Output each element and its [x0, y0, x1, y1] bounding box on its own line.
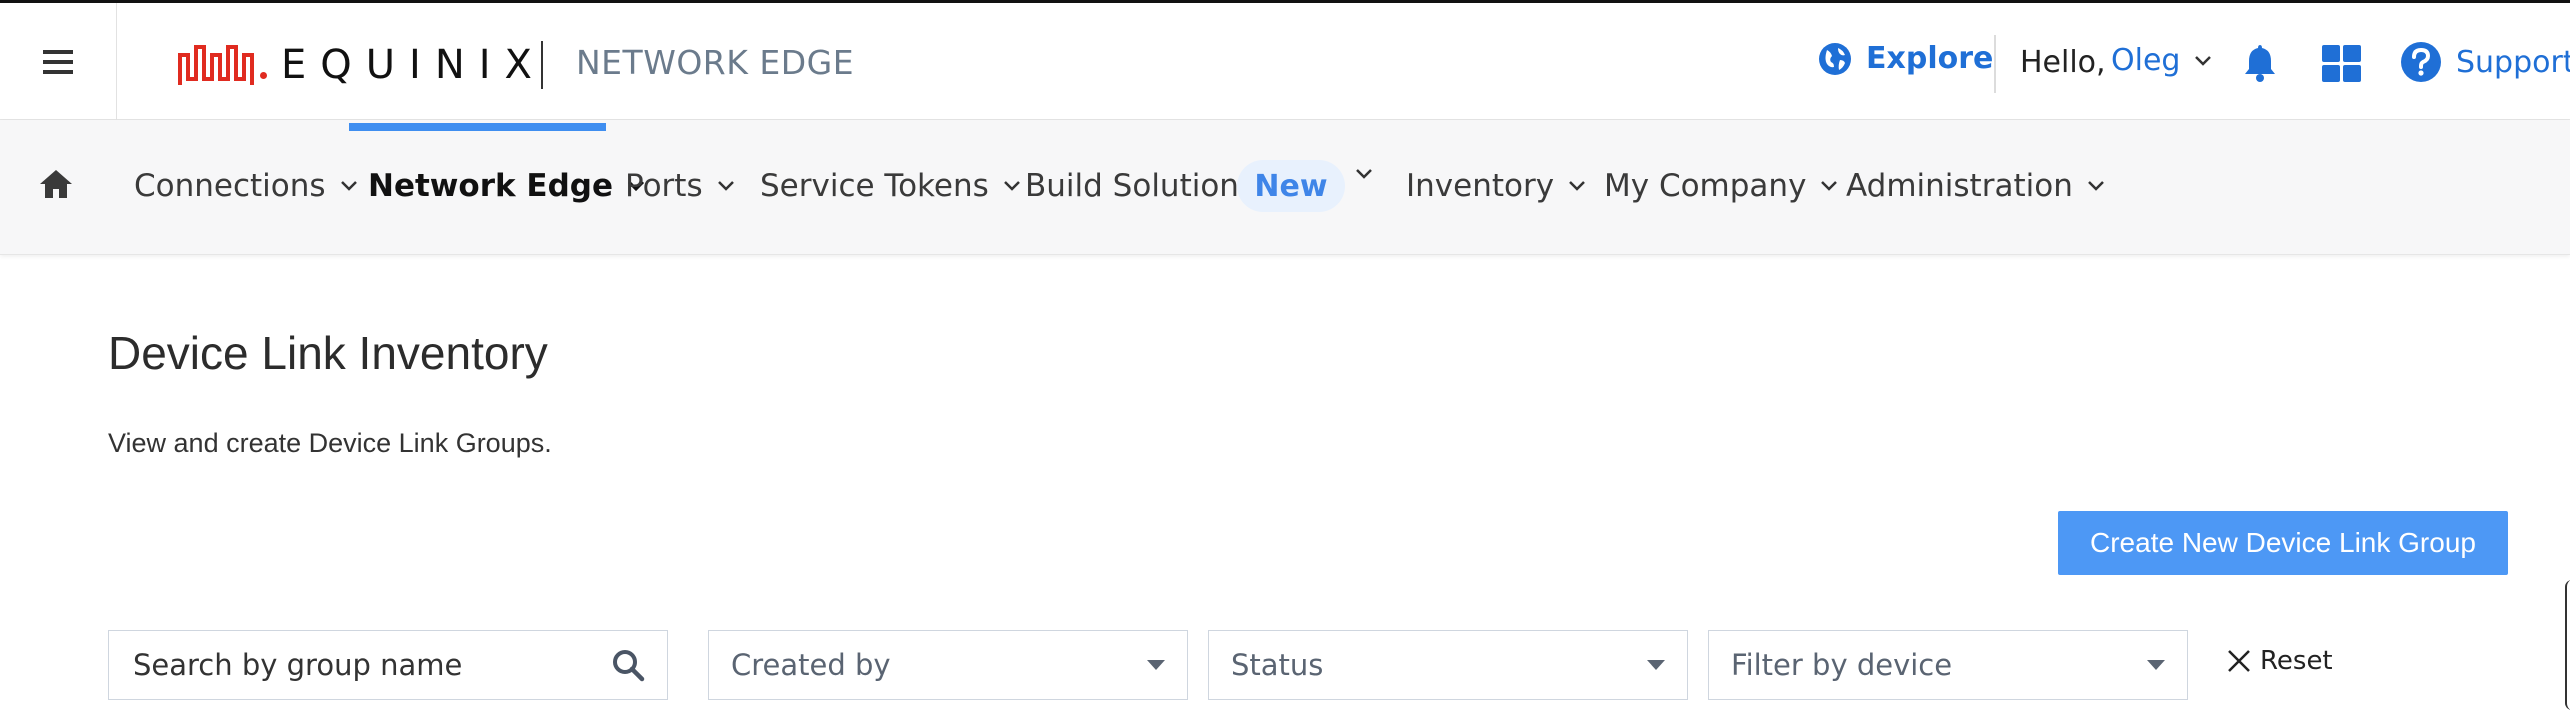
- chevron-down-icon: [1003, 181, 1020, 191]
- build-solutions-dropdown[interactable]: [1355, 168, 1373, 180]
- greeting-text: Hello,: [2020, 45, 2106, 80]
- nav-item-connections[interactable]: Connections: [134, 168, 358, 204]
- caret-down-icon: [1147, 660, 1165, 670]
- created-by-label: Created by: [731, 648, 891, 682]
- nav-item-inventory[interactable]: Inventory: [1406, 168, 1586, 204]
- reset-button[interactable]: Reset: [2226, 646, 2333, 676]
- chevron-down-icon: [1569, 181, 1585, 191]
- device-filter-select[interactable]: Filter by device: [1708, 630, 2188, 700]
- nav-item-network-edge[interactable]: Network Edge: [368, 168, 645, 204]
- close-icon: [2228, 650, 2250, 672]
- nav-item-my-company[interactable]: My Company: [1604, 168, 1838, 204]
- chevron-down-icon: [717, 181, 734, 191]
- nav-item-administration[interactable]: Administration: [1846, 168, 2105, 204]
- grid-icon: [2322, 45, 2361, 82]
- search-field: [108, 630, 668, 700]
- nav-item-label: Service Tokens: [760, 168, 989, 204]
- new-badge: New: [1237, 160, 1345, 212]
- page-subtitle: View and create Device Link Groups.: [108, 428, 552, 458]
- chevron-down-icon: [2087, 181, 2104, 191]
- status-label: Status: [1231, 648, 1324, 682]
- support-label: Support: [2456, 44, 2570, 80]
- equinix-logo[interactable]: EQUINIX: [178, 39, 546, 91]
- search-input[interactable]: [131, 647, 611, 683]
- equinix-mark-icon: [178, 45, 254, 85]
- nav-item-ports[interactable]: Ports: [625, 168, 735, 204]
- create-device-link-group-button[interactable]: Create New Device Link Group: [2058, 511, 2508, 575]
- chevron-down-icon: [1356, 169, 1372, 179]
- home-icon: [40, 170, 72, 198]
- hamburger-icon: [43, 49, 73, 74]
- explore-label: Explore: [1866, 41, 1994, 76]
- nav-item-label: Inventory: [1406, 168, 1555, 204]
- logo-dot: [260, 71, 267, 79]
- chevron-down-icon: [1821, 181, 1838, 191]
- created-by-select[interactable]: Created by: [708, 630, 1188, 700]
- header-separator: [1994, 35, 1996, 93]
- status-select[interactable]: Status: [1208, 630, 1688, 700]
- notifications-button[interactable]: [2242, 43, 2278, 87]
- caret-down-icon: [1647, 660, 1665, 670]
- bell-icon: [2245, 45, 2275, 82]
- nav-item-label: Network Edge: [368, 168, 614, 204]
- search-icon[interactable]: [611, 648, 645, 682]
- user-name: Oleg: [2111, 43, 2181, 78]
- apps-button[interactable]: [2322, 45, 2362, 87]
- nav-item-label: Connections: [134, 168, 326, 204]
- reset-label: Reset: [2260, 646, 2333, 676]
- page-title: Device Link Inventory: [108, 327, 548, 379]
- nav-item-build-solutions[interactable]: Build Solutions: [1025, 168, 1255, 204]
- chevron-down-icon: [340, 181, 357, 191]
- product-name: NETWORK EDGE: [576, 43, 855, 82]
- logo-text: EQUINIX: [281, 42, 546, 88]
- logo-divider: [541, 41, 543, 89]
- scrollbar[interactable]: [2565, 580, 2570, 710]
- nav-item-label: Administration: [1846, 168, 2073, 204]
- caret-down-icon: [2147, 660, 2165, 670]
- home-button[interactable]: [38, 168, 74, 204]
- active-tab-indicator: [349, 123, 606, 131]
- explore-link[interactable]: Explore: [1818, 41, 1993, 76]
- support-link[interactable]: Support: [2400, 41, 2570, 83]
- question-circle-icon: [2401, 42, 2441, 82]
- globe-icon: [1819, 42, 1851, 75]
- user-menu[interactable]: Oleg: [2111, 43, 2212, 78]
- device-filter-label: Filter by device: [1731, 648, 1953, 682]
- chevron-down-icon: [2195, 55, 2212, 66]
- top-header: EQUINIX NETWORK EDGE Explore Hello, Oleg: [0, 0, 2570, 120]
- menu-button[interactable]: [0, 3, 117, 120]
- nav-item-label: Build Solutions: [1025, 168, 1256, 204]
- nav-item-service-tokens[interactable]: Service Tokens: [760, 168, 1021, 204]
- nav-item-label: Ports: [625, 168, 703, 204]
- nav-item-label: My Company: [1604, 168, 1807, 204]
